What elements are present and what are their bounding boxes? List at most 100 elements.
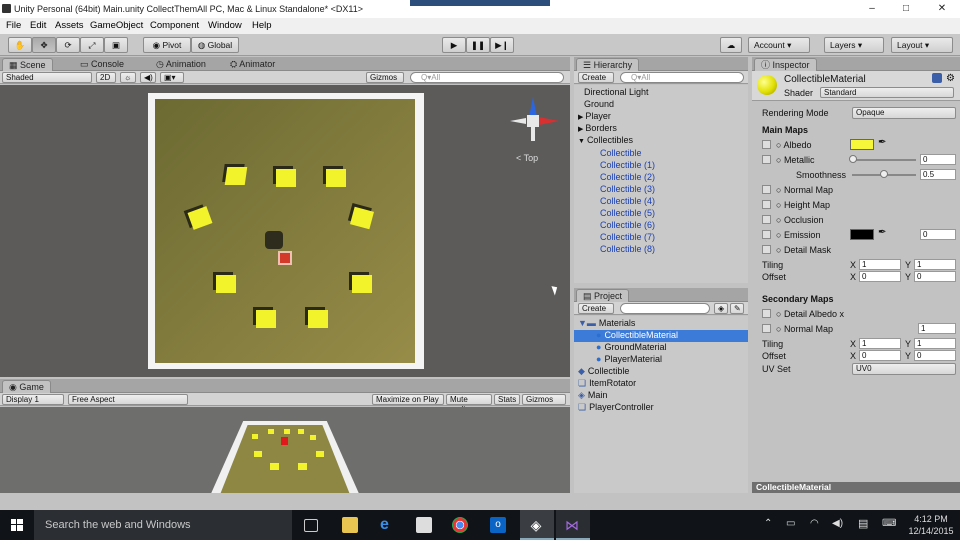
- hierarchy-search-input[interactable]: Q▾All: [620, 72, 744, 83]
- hand-tool-icon[interactable]: ✋: [8, 37, 32, 53]
- store-icon[interactable]: [416, 517, 432, 533]
- hierarchy-item[interactable]: Collectible (8): [594, 244, 655, 254]
- occlusion-slot[interactable]: [762, 215, 771, 224]
- project-item[interactable]: ◈ Main: [578, 390, 607, 402]
- height-map-slot[interactable]: [762, 200, 771, 209]
- hierarchy-item[interactable]: Collectible (2): [594, 172, 655, 182]
- project-item[interactable]: ◆ Collectible: [578, 366, 629, 378]
- inspector-preview-bar[interactable]: CollectibleMaterial: [752, 482, 960, 493]
- albedo-color-swatch[interactable]: [850, 139, 874, 150]
- help-book-icon[interactable]: [932, 73, 942, 83]
- clock-time[interactable]: 4:12 PM: [908, 514, 954, 524]
- project-item[interactable]: ● CollectibleMaterial: [574, 330, 748, 342]
- smoothness-field[interactable]: 0.5: [920, 169, 956, 180]
- scene-search-input[interactable]: Q▾All: [410, 72, 564, 83]
- tab-animation[interactable]: ◷ Animation: [150, 58, 212, 71]
- project-item[interactable]: ● PlayerMaterial: [596, 354, 662, 366]
- close-button[interactable]: ✕: [932, 2, 952, 16]
- tab-scene[interactable]: ▦ Scene: [2, 58, 53, 71]
- hierarchy-item[interactable]: Directional Light: [578, 87, 649, 97]
- hierarchy-item[interactable]: ▼ Collectibles: [578, 135, 633, 145]
- expand-arrow-down-icon[interactable]: ▼: [578, 138, 585, 145]
- offset2-x-field[interactable]: 0: [859, 350, 901, 361]
- offset-y-field[interactable]: 0: [914, 271, 956, 282]
- move-tool-icon[interactable]: ✥: [32, 37, 56, 53]
- chrome-icon[interactable]: [452, 517, 468, 533]
- hierarchy-item[interactable]: Collectible (4): [594, 196, 655, 206]
- menu-file[interactable]: File: [6, 20, 21, 31]
- detail-albedo-slot[interactable]: [762, 309, 771, 318]
- layout-dropdown[interactable]: Layout ▾: [891, 37, 953, 53]
- albedo-texture-slot[interactable]: [762, 140, 771, 149]
- file-explorer-icon[interactable]: [342, 517, 358, 533]
- normal-map2-slot[interactable]: [762, 324, 771, 333]
- tab-console[interactable]: ▭ Console: [74, 58, 130, 71]
- tab-inspector[interactable]: ⓘ Inspector: [754, 58, 817, 71]
- rotate-tool-icon[interactable]: ⟳: [56, 37, 80, 53]
- audio-toggle-icon[interactable]: ◀): [140, 72, 156, 83]
- menu-help[interactable]: Help: [252, 20, 272, 31]
- detail-mask-slot[interactable]: [762, 245, 771, 254]
- display-dropdown[interactable]: Display 1: [2, 394, 64, 405]
- hierarchy-item[interactable]: Collectible (5): [594, 208, 655, 218]
- project-item[interactable]: ❏ ItemRotator: [578, 378, 636, 390]
- global-toggle[interactable]: ◍ Global: [191, 37, 239, 53]
- menu-window[interactable]: Window: [208, 20, 242, 31]
- project-item[interactable]: ▼▬ Materials: [578, 318, 635, 330]
- tab-hierarchy[interactable]: ☰ Hierarchy: [576, 58, 640, 71]
- tab-game[interactable]: ◉ Game: [2, 380, 51, 393]
- rendering-mode-dropdown[interactable]: Opaque: [852, 107, 956, 119]
- hierarchy-item[interactable]: ▶ Borders: [578, 123, 617, 133]
- game-viewport[interactable]: [0, 407, 570, 493]
- tiling-y-field[interactable]: 1: [914, 259, 956, 270]
- pause-button[interactable]: ❚❚: [466, 37, 490, 53]
- lighting-toggle-icon[interactable]: ☼: [120, 72, 136, 83]
- step-button[interactable]: ▶❙: [490, 37, 514, 53]
- tiling2-y-field[interactable]: 1: [914, 338, 956, 349]
- normal-map2-field[interactable]: 1: [918, 323, 956, 334]
- expand-arrow-right-icon[interactable]: ▶: [578, 126, 583, 133]
- menu-gameobject[interactable]: GameObject: [90, 20, 143, 31]
- tiling2-x-field[interactable]: 1: [859, 338, 901, 349]
- effects-toggle-icon[interactable]: ▣▾: [160, 72, 184, 83]
- stats-toggle[interactable]: Stats: [494, 394, 520, 405]
- task-view-icon[interactable]: [304, 519, 318, 532]
- offset-x-field[interactable]: 0: [859, 271, 901, 282]
- project-search-input[interactable]: [620, 303, 710, 314]
- player-sphere[interactable]: [278, 251, 292, 265]
- account-dropdown[interactable]: Account ▾: [748, 37, 810, 53]
- hierarchy-create-dropdown[interactable]: Create ▾: [578, 72, 614, 92]
- tiling-x-field[interactable]: 1: [859, 259, 901, 270]
- uv-set-dropdown[interactable]: UV0: [852, 363, 956, 375]
- aspect-dropdown[interactable]: Free Aspect: [68, 394, 188, 405]
- emission-slot[interactable]: [762, 230, 771, 239]
- hierarchy-item[interactable]: ▶ Player: [578, 111, 611, 121]
- emission-color-swatch[interactable]: [850, 229, 874, 240]
- wifi-icon[interactable]: ◠: [810, 518, 819, 529]
- scene-viewport[interactable]: < Top: [0, 85, 570, 377]
- cloud-icon[interactable]: ☁: [720, 37, 742, 53]
- metallic-slider-thumb[interactable]: [849, 155, 857, 163]
- expand-arrow-right-icon[interactable]: ▶: [578, 114, 583, 121]
- battery-icon[interactable]: ▭: [786, 518, 795, 529]
- hierarchy-item[interactable]: Collectible (1): [594, 160, 655, 170]
- game-gizmos-dropdown[interactable]: Gizmos: [522, 394, 566, 405]
- project-item[interactable]: ● GroundMaterial: [596, 342, 666, 354]
- tab-project[interactable]: ▤ Project: [576, 289, 630, 302]
- scene-orientation-gizmo[interactable]: [510, 97, 560, 147]
- layers-dropdown[interactable]: Layers ▾: [824, 37, 884, 53]
- outlook-icon[interactable]: o: [490, 517, 506, 533]
- settings-gear-icon[interactable]: ⚙: [946, 73, 955, 84]
- normal-map-slot[interactable]: [762, 185, 771, 194]
- shading-mode-dropdown[interactable]: Shaded: [2, 72, 92, 83]
- emission-field[interactable]: 0: [920, 229, 956, 240]
- filter-type-icon[interactable]: ◈: [714, 303, 728, 314]
- clock-date[interactable]: 12/14/2015: [908, 526, 954, 536]
- tab-animator[interactable]: ⛭ Animator: [224, 58, 281, 71]
- menu-assets[interactable]: Assets: [55, 20, 84, 31]
- metallic-slider-track[interactable]: [852, 159, 916, 161]
- filter-label-icon[interactable]: ✎: [730, 303, 744, 314]
- offset2-y-field[interactable]: 0: [914, 350, 956, 361]
- menu-edit[interactable]: Edit: [30, 20, 46, 31]
- windows-start-icon[interactable]: [11, 519, 23, 531]
